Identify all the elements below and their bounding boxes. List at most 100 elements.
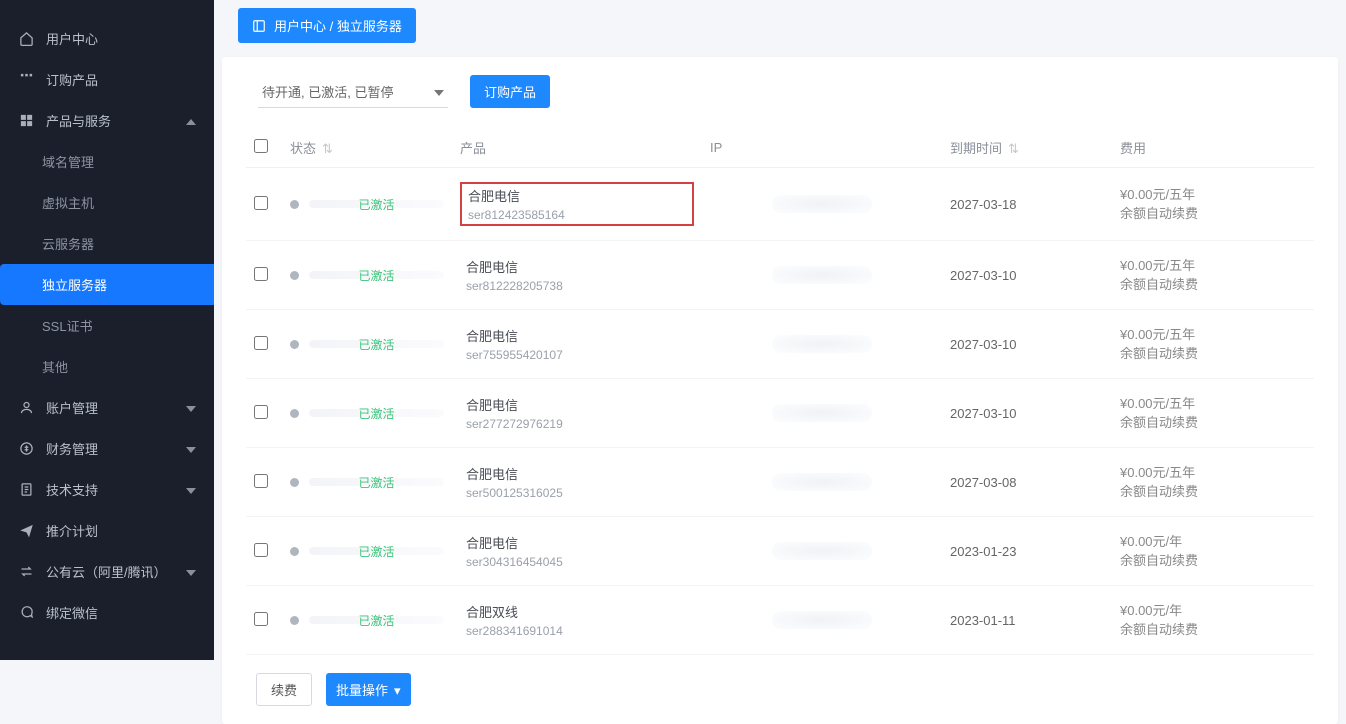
renew-button[interactable]: 续费 [256,673,312,706]
th-ip: IP [702,128,942,168]
row-checkbox[interactable] [254,612,268,626]
fee-note: 余额自动续费 [1120,482,1306,502]
table-row[interactable]: 已激活 合肥电信 ser812228205738 2027-03-10 ¥0.00元/五… [246,241,1314,310]
fee-amount: ¥0.00元/五年 [1120,394,1306,414]
chat-icon [18,605,34,621]
sidebar-sub-item[interactable]: 独立服务器 [0,264,214,305]
status-pill: 已激活 [290,478,444,487]
sidebar-sub-item[interactable]: 虚拟主机 [42,182,214,223]
th-product: 产品 [452,128,702,168]
sidebar-item[interactable]: 财务管理 [0,428,214,469]
fee-amount: ¥0.00元/五年 [1120,256,1306,276]
product-cell: 合肥双线 ser288341691014 [460,600,694,640]
fee-cell: ¥0.00元/年余额自动续费 [1120,601,1306,640]
status-text: 已激活 [358,196,394,213]
status-text: 已激活 [358,543,394,560]
breadcrumb-text: 用户中心 / 独立服务器 [274,16,402,35]
product-cell: 合肥电信ser277272976219 [460,393,694,433]
sidebar-sub-item[interactable]: 其他 [42,346,214,387]
product-name: 合肥电信 [466,395,688,414]
table-row[interactable]: 已激活合肥电信ser7559554201072027-03-10¥0.00元/五… [246,310,1314,379]
sidebar-item[interactable]: 账户管理 [0,387,214,428]
fee-amount: ¥0.00元/五年 [1120,463,1306,483]
chevron-down-icon [186,482,196,497]
sidebar-item[interactable]: 订购产品 [0,59,214,100]
expiry-date: 2027-03-10 [950,268,1017,283]
sidebar-item-label: 用户中心 [46,29,98,48]
sidebar-item[interactable]: 推介计划 [0,510,214,551]
sort-icon: ⇅ [322,141,333,157]
row-checkbox[interactable] [254,336,268,350]
sidebar-sub-item[interactable]: SSL证书 [42,305,214,346]
table-row[interactable]: 已激活合肥电信ser3043164540452023-01-23¥0.00元/年… [246,517,1314,586]
status-text: 已激活 [358,612,394,629]
product-code: ser812228205738 [466,279,688,293]
footer-actions: 续费 批量操作▾ [246,673,1314,706]
status-dot-icon [290,616,299,625]
sidebar-item[interactable]: 技术支持 [0,469,214,510]
chevron-down-icon [186,441,196,456]
product-name: 合肥双线 [466,602,688,621]
product-name: 合肥电信 [466,257,688,276]
expiry-date: 2027-03-18 [950,197,1017,212]
status-text: 已激活 [358,267,394,284]
status-dot-icon [290,271,299,280]
status-filter-dropdown[interactable]: 待开通, 已激活, 已暂停 [258,76,448,108]
breadcrumb[interactable]: 用户中心 / 独立服务器 [238,8,416,43]
row-checkbox[interactable] [254,543,268,557]
row-checkbox[interactable] [254,196,268,210]
th-status[interactable]: 状态⇅ [282,128,452,168]
expiry-date: 2027-03-10 [950,406,1017,421]
sidebar-item[interactable]: 产品与服务 [0,100,214,141]
batch-action-button[interactable]: 批量操作▾ [326,673,411,706]
select-all-checkbox[interactable] [254,139,268,153]
fee-note: 余额自动续费 [1120,413,1306,433]
ip-redacted [772,335,872,353]
swap-icon [18,564,34,580]
main: 用户中心 / 独立服务器 待开通, 已激活, 已暂停 订购产品 状态⇅ [214,0,1346,660]
status-pill: 已激活 [290,340,444,349]
row-checkbox[interactable] [254,474,268,488]
chevron-up-icon [186,113,196,128]
content-card: 待开通, 已激活, 已暂停 订购产品 状态⇅ 产品 IP 到期时间⇅ 费用 [222,57,1338,724]
table-row[interactable]: 已激活合肥双线ser2883416910142023-01-11¥0.00元/年… [246,586,1314,655]
doc-icon [18,482,34,498]
table-row[interactable]: 已激活 合肥电信ser277272976219 2027-03-10 ¥0.00元/五… [246,379,1314,448]
table-row[interactable]: 已激活合肥电信ser5001253160252027-03-08¥0.00元/五… [246,448,1314,517]
th-expiry[interactable]: 到期时间⇅ [942,128,1112,168]
sidebar-sub-item[interactable]: 云服务器 [42,223,214,264]
status-pill: 已激活 [290,271,444,280]
home-icon [18,31,34,47]
ip-redacted [772,195,872,213]
fee-cell: ¥0.00元/五年余额自动续费 [1120,463,1306,502]
breadcrumb-icon [252,19,266,33]
fee-amount: ¥0.00元/年 [1120,532,1306,552]
sidebar-sub-item[interactable]: 域名管理 [42,141,214,182]
order-product-button[interactable]: 订购产品 [470,75,550,108]
product-code: ser755955420107 [466,348,688,362]
apps-icon [18,113,34,129]
product-code: ser288341691014 [466,624,688,638]
user-icon [18,400,34,416]
table-row[interactable]: 已激活合肥电信ser8124235851642027-03-18¥0.00元/五… [246,168,1314,241]
fee-amount: ¥0.00元/五年 [1120,185,1306,205]
product-name: 合肥电信 [468,186,686,205]
sidebar-item-label: 推介计划 [46,521,98,540]
row-checkbox[interactable] [254,267,268,281]
fee-note: 余额自动续费 [1120,275,1306,295]
sidebar-item-label: 财务管理 [46,439,98,458]
sidebar-item[interactable]: 绑定微信 [0,592,214,633]
status-text: 已激活 [358,405,394,422]
ip-redacted [772,473,872,491]
fee-amount: ¥0.00元/年 [1120,601,1306,621]
sidebar-item-label: 绑定微信 [46,603,98,622]
sidebar-item[interactable]: 用户中心 [0,18,214,59]
status-pill: 已激活 [290,409,444,418]
row-checkbox[interactable] [254,405,268,419]
status-dot-icon [290,547,299,556]
sidebar-item[interactable]: 公有云（阿里/腾讯） [0,551,214,592]
sidebar-item-label: 公有云（阿里/腾讯） [46,562,167,581]
status-dot-icon [290,340,299,349]
fee-note: 余额自动续费 [1120,204,1306,224]
status-dot-icon [290,478,299,487]
